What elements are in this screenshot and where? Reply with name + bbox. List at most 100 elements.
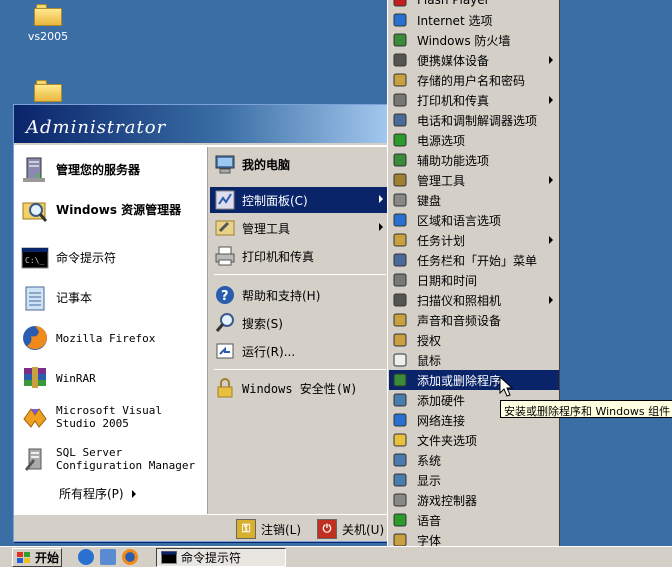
chevron-right-icon bbox=[549, 236, 553, 244]
ie-icon[interactable] bbox=[78, 549, 94, 565]
left-separator-bottom bbox=[20, 481, 200, 482]
cp-item-display[interactable]: 显示 bbox=[389, 470, 559, 490]
mouse-icon bbox=[391, 351, 409, 369]
cp-item-internet-options[interactable]: Internet 选项 bbox=[389, 10, 559, 30]
key-icon: ⚿ bbox=[236, 519, 256, 539]
recent-cmd[interactable]: C:\_ 命令提示符 bbox=[14, 240, 206, 276]
all-programs-button[interactable]: 所有程序(P) bbox=[59, 485, 136, 502]
chevron-right-icon bbox=[549, 96, 553, 104]
task-scheduler-icon bbox=[391, 231, 409, 249]
firefox-icon bbox=[20, 323, 50, 353]
firewall-icon bbox=[391, 31, 409, 49]
cp-item-label: 扫描仪和照相机 bbox=[417, 293, 502, 308]
cp-item-flash[interactable]: Flash Player bbox=[389, 0, 559, 10]
pinned-windows-explorer[interactable]: Windows 资源管理器 bbox=[14, 191, 206, 229]
menu-search[interactable]: 搜索(S) bbox=[210, 310, 389, 336]
recent-label: Microsoft Visual Studio 2005 bbox=[56, 404, 162, 430]
logoff-button[interactable]: ⚿ 注销(L) bbox=[236, 518, 301, 540]
cp-item-label: 任务计划 bbox=[417, 233, 466, 248]
my-computer-icon bbox=[214, 153, 236, 175]
cp-item-admin-tools[interactable]: 管理工具 bbox=[389, 170, 559, 190]
cp-item-speech[interactable]: 语音 bbox=[389, 510, 559, 530]
folder-options-icon bbox=[391, 431, 409, 449]
cp-item-label: 存储的用户名和密码 bbox=[417, 73, 526, 88]
cp-item-printer[interactable]: 打印机和传真 bbox=[389, 90, 559, 110]
cp-item-scanner[interactable]: 扫描仪和照相机 bbox=[389, 290, 559, 310]
cp-item-key[interactable]: 存储的用户名和密码 bbox=[389, 70, 559, 90]
control-panel-submenu: Flash Player Internet 选项 Windows 防火墙便携媒体设备… bbox=[387, 0, 560, 567]
cp-item-label: 网络连接 bbox=[417, 413, 466, 428]
cp-item-task-scheduler[interactable]: 任务计划 bbox=[389, 230, 559, 250]
all-programs-label: 所有程序(P) bbox=[59, 487, 124, 501]
cp-item-license[interactable]: 授权 bbox=[389, 330, 559, 350]
cp-item-gamepad[interactable]: 游戏控制器 bbox=[389, 490, 559, 510]
sql-server-icon bbox=[20, 444, 50, 474]
recent-notepad[interactable]: 记事本 bbox=[14, 280, 206, 316]
cp-item-keyboard[interactable]: 键盘 bbox=[389, 190, 559, 210]
cp-item-label: Internet 选项 bbox=[417, 13, 493, 28]
left-separator bbox=[20, 233, 200, 234]
cp-item-folder-options[interactable]: 文件夹选项 bbox=[389, 430, 559, 450]
menu-admin-tools[interactable]: 管理工具 bbox=[210, 215, 389, 241]
windows-logo-icon bbox=[17, 551, 30, 563]
recent-label: Mozilla Firefox bbox=[56, 331, 156, 345]
menu-label: 帮助和支持(H) bbox=[242, 288, 321, 303]
shutdown-button[interactable]: ⏻ 关机(U) bbox=[317, 518, 384, 540]
cp-item-mouse[interactable]: 鼠标 bbox=[389, 350, 559, 370]
admin-tools-icon bbox=[391, 171, 409, 189]
menu-my-computer[interactable]: 我的电脑 bbox=[210, 151, 389, 177]
cp-item-sound[interactable]: 声音和音频设备 bbox=[389, 310, 559, 330]
accessibility-icon bbox=[391, 151, 409, 169]
menu-printers[interactable]: 打印机和传真 bbox=[210, 243, 389, 269]
recent-winrar[interactable]: WinRAR bbox=[14, 360, 206, 396]
cp-item-label: 电源选项 bbox=[417, 133, 466, 148]
network-icon bbox=[391, 411, 409, 429]
cp-item-label: 辅助功能选项 bbox=[417, 153, 490, 168]
cp-item-power[interactable]: 电源选项 bbox=[389, 130, 559, 150]
search-icon bbox=[214, 312, 236, 334]
printer-icon bbox=[391, 91, 409, 109]
recent-label: SQL Server Configuration Manager bbox=[56, 446, 196, 472]
recent-label: 记事本 bbox=[56, 290, 93, 305]
firefox-icon[interactable] bbox=[122, 549, 138, 565]
internet-options-icon bbox=[391, 11, 409, 29]
cp-item-clock[interactable]: 日期和时间 bbox=[389, 270, 559, 290]
recent-visual-studio[interactable]: Microsoft Visual Studio 2005 bbox=[14, 398, 206, 436]
cp-item-system[interactable]: 系统 bbox=[389, 450, 559, 470]
show-desktop-icon[interactable] bbox=[100, 549, 116, 565]
menu-windows-security[interactable]: Windows 安全性(W) bbox=[210, 375, 389, 401]
visual-studio-icon bbox=[20, 402, 50, 432]
cp-item-label: 声音和音频设备 bbox=[417, 313, 502, 328]
help-icon: ? bbox=[214, 284, 236, 306]
desktop-icon-folder[interactable] bbox=[18, 80, 78, 106]
key-icon bbox=[391, 71, 409, 89]
menu-control-panel[interactable]: 控制面板(C) bbox=[210, 187, 389, 213]
winrar-icon bbox=[20, 363, 50, 393]
recent-firefox[interactable]: Mozilla Firefox bbox=[14, 320, 206, 356]
menu-run[interactable]: 运行(R)... bbox=[210, 338, 389, 364]
chevron-right-icon bbox=[549, 296, 553, 304]
cp-item-taskbar[interactable]: 任务栏和「开始」菜单 bbox=[389, 250, 559, 270]
recent-sql-server[interactable]: SQL Server Configuration Manager bbox=[14, 440, 206, 478]
cp-item-add-remove-programs[interactable]: 添加或删除程序 bbox=[389, 370, 559, 390]
cp-item-accessibility[interactable]: 辅助功能选项 bbox=[389, 150, 559, 170]
cp-item-label: 鼠标 bbox=[417, 353, 442, 368]
cp-item-label: Flash Player bbox=[417, 0, 490, 7]
start-menu-bottom-bar: ⚿ 注销(L) ⏻ 关机(U) bbox=[14, 514, 392, 541]
taskbar-task-cmd[interactable]: 命令提示符 bbox=[156, 548, 286, 567]
cp-item-globe[interactable]: 区域和语言选项 bbox=[389, 210, 559, 230]
desktop-icon-vs2005[interactable]: vs2005 bbox=[18, 4, 78, 43]
cp-item-phone[interactable]: 电话和调制解调器选项 bbox=[389, 110, 559, 130]
cp-item-label: 授权 bbox=[417, 333, 442, 348]
pinned-manage-server[interactable]: 管理您的服务器 bbox=[14, 151, 206, 189]
cp-item-firewall[interactable]: Windows 防火墙 bbox=[389, 30, 559, 50]
menu-label: 打印机和传真 bbox=[242, 249, 315, 264]
tooltip: 安装或删除程序和 Windows 组件 bbox=[500, 400, 672, 418]
menu-help[interactable]: ? 帮助和支持(H) bbox=[210, 282, 389, 308]
cp-item-label: Windows 防火墙 bbox=[417, 33, 511, 48]
start-button[interactable]: 开始 bbox=[12, 548, 62, 567]
menu-label: 运行(R)... bbox=[242, 344, 296, 359]
cp-item-media-device[interactable]: 便携媒体设备 bbox=[389, 50, 559, 70]
license-icon bbox=[391, 331, 409, 349]
server-icon bbox=[20, 155, 50, 185]
